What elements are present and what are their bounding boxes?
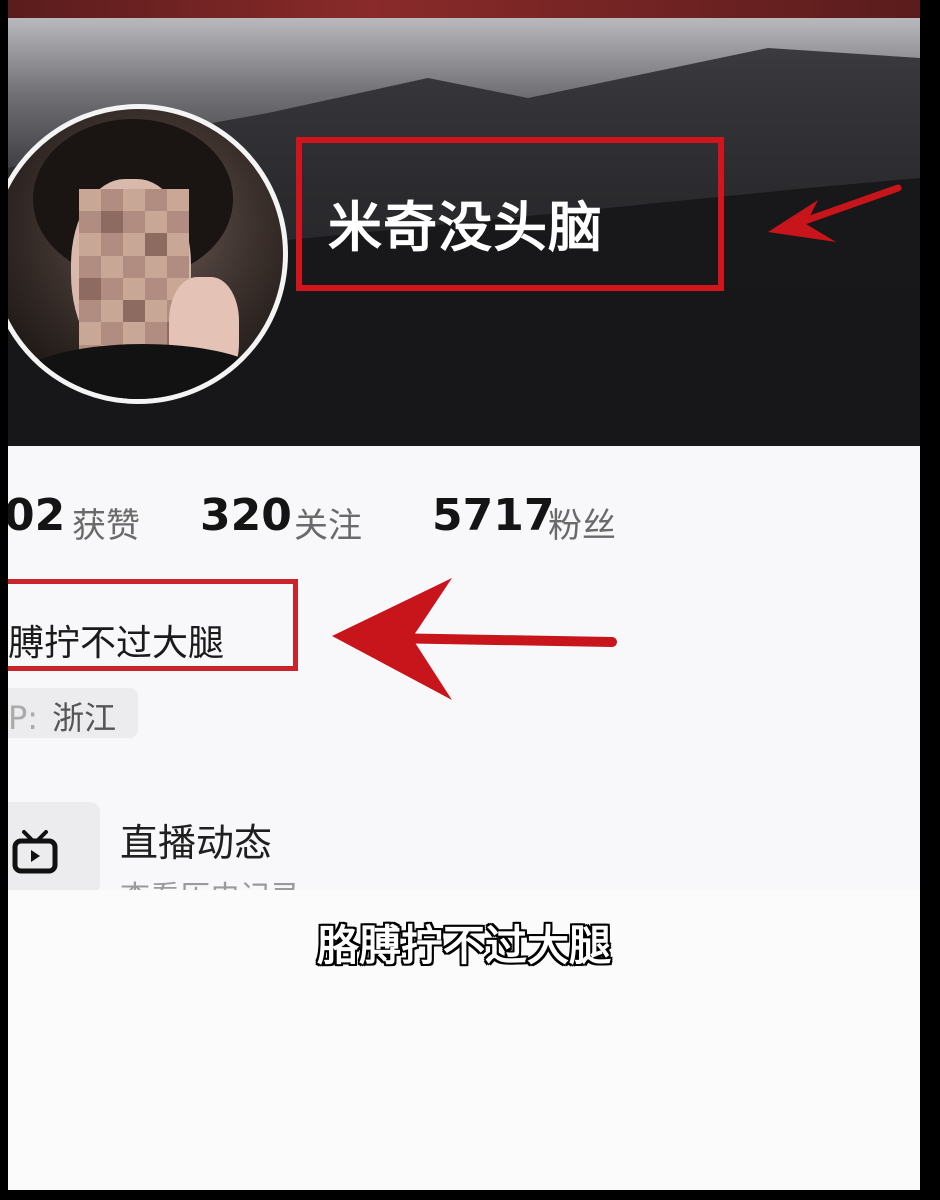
location-value: 浙江 <box>52 699 117 737</box>
profile-bio: 膊拧不过大腿 <box>8 623 225 664</box>
following-count[interactable]: 320 <box>200 490 292 541</box>
following-label: 关注 <box>294 506 362 546</box>
likes-count[interactable]: 02 <box>8 490 65 541</box>
profile-name: 米奇没头脑 <box>328 196 603 259</box>
video-caption: 胳膊拧不过大腿 <box>316 921 611 970</box>
top-strip <box>8 0 920 18</box>
followers-label: 粉丝 <box>548 506 616 546</box>
live-section-subtitle: 查看历史记录 <box>120 872 300 892</box>
profile-stats: 02 获赞 320 关注 5717 粉丝 <box>8 490 920 550</box>
red-arrow-icon <box>332 578 617 700</box>
tv-icon <box>12 830 58 874</box>
red-arrow-icon <box>768 184 902 242</box>
followers-count[interactable]: 5717 <box>432 490 554 541</box>
location-text: P: 浙江 <box>8 693 116 739</box>
video-frame: 米奇没头脑 02 获赞 320 关注 5717 粉丝 膊拧不过大腿 P: 浙江 直… <box>8 0 920 1190</box>
live-section-title[interactable]: 直播动态 <box>120 812 272 867</box>
avatar[interactable] <box>8 104 288 404</box>
location-prefix: P: <box>8 699 39 737</box>
likes-label: 获赞 <box>72 506 140 546</box>
